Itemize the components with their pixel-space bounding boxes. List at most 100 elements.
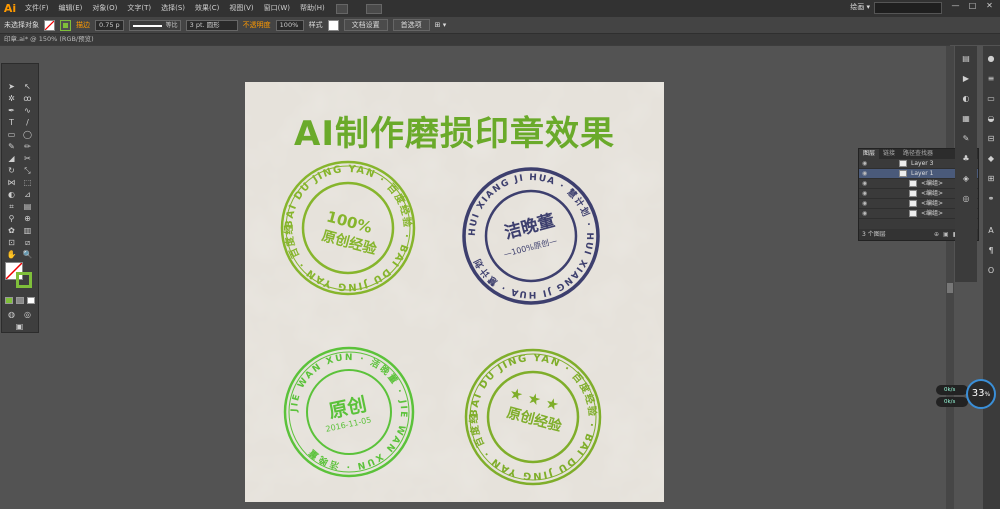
pencil-tool-icon[interactable]: ✏ bbox=[22, 142, 33, 151]
rectangle-tool-icon[interactable]: ▭ bbox=[6, 130, 17, 139]
document-setup-button[interactable]: 文档设置 bbox=[343, 19, 388, 31]
stamp-jiewanxun[interactable]: JIE WAN XUN · 洁晚董 · JIE WAN XUN · 洁晚董 原创… bbox=[283, 346, 415, 478]
arrange-documents-icon[interactable] bbox=[365, 3, 382, 14]
artboard[interactable]: AI制作磨损印章效果 BAI DU JING YAN · 百度经验 · BAI … bbox=[245, 82, 664, 502]
fill-swatch[interactable] bbox=[44, 19, 55, 31]
slice-tool-icon[interactable]: ⧄ bbox=[22, 238, 33, 247]
none-mode-icon[interactable] bbox=[27, 297, 35, 304]
visibility-eye-icon[interactable]: ◉ bbox=[862, 169, 870, 179]
opacity-field[interactable]: 100% bbox=[275, 19, 304, 31]
play-action-icon[interactable]: ▶ bbox=[961, 74, 971, 83]
column-graph-tool-icon[interactable]: ▥ bbox=[22, 226, 33, 235]
paragraph-icon[interactable]: ¶ bbox=[986, 246, 996, 255]
rotate-tool-icon[interactable]: ↻ bbox=[6, 166, 17, 175]
menu-window[interactable]: 窗口(W) bbox=[259, 0, 295, 17]
width-tool-icon[interactable]: ⋈ bbox=[6, 178, 17, 187]
gradient-mode-icon[interactable] bbox=[16, 297, 24, 304]
stamp-baidu-100[interactable]: BAI DU JING YAN · 百度经验 · BAI DU JING YAN… bbox=[245, 82, 416, 296]
gradient-tool-icon[interactable]: ▤ bbox=[22, 202, 33, 211]
swatches-icon[interactable]: ▦ bbox=[961, 114, 971, 123]
visibility-eye-icon[interactable]: ◉ bbox=[862, 159, 870, 169]
workspace-switcher[interactable]: 绘画 ▾ bbox=[850, 2, 870, 12]
gradient-panel-icon[interactable]: ▭ bbox=[986, 94, 996, 103]
brushes-icon[interactable]: ✎ bbox=[961, 134, 971, 143]
stroke-weight-field[interactable]: 0.75 p bbox=[95, 19, 124, 31]
align-icon[interactable]: ⊟ bbox=[986, 134, 996, 143]
stamp-huijihua[interactable]: HUI XIANG JI HUA · 慧计划 · HUI XIANG JI HU… bbox=[462, 167, 600, 305]
graphic-styles-icon[interactable]: ◈ bbox=[961, 174, 971, 183]
network-speed-widget[interactable]: 0k/s 0k/s 33% bbox=[936, 379, 996, 409]
artboards-icon[interactable]: ⊞ bbox=[986, 174, 996, 183]
scissors-tool-icon[interactable]: ✂ bbox=[22, 154, 33, 163]
appearance-icon[interactable]: ◎ bbox=[961, 194, 971, 203]
screen-mode-icon[interactable]: ▣ bbox=[14, 322, 25, 331]
free-transform-tool-icon[interactable]: ⬚ bbox=[22, 178, 33, 187]
search-input[interactable] bbox=[874, 2, 942, 14]
drawing-modes-alt-icon[interactable]: ◎ bbox=[22, 310, 33, 319]
scrollbar-thumb[interactable] bbox=[947, 283, 953, 293]
tab-links[interactable]: 链接 bbox=[879, 149, 899, 159]
close-button[interactable]: ✕ bbox=[981, 0, 998, 12]
graphic-style-swatch[interactable] bbox=[327, 19, 339, 31]
menu-edit[interactable]: 编辑(E) bbox=[54, 0, 88, 17]
visibility-eye-icon[interactable]: ◉ bbox=[862, 179, 870, 189]
opentype-icon[interactable]: O bbox=[986, 266, 996, 275]
arrange-icon[interactable]: ⊞ ▾ bbox=[435, 21, 447, 29]
eraser-tool-icon[interactable]: ◢ bbox=[6, 154, 17, 163]
drawing-modes-icon[interactable]: ◍ bbox=[6, 310, 17, 319]
menu-effect[interactable]: 效果(C) bbox=[190, 0, 224, 17]
direct-selection-tool-icon[interactable]: ↖ bbox=[22, 82, 33, 91]
menu-type[interactable]: 文字(T) bbox=[122, 0, 156, 17]
visibility-eye-icon[interactable]: ◉ bbox=[862, 199, 870, 209]
bridge-icon[interactable] bbox=[335, 3, 348, 14]
eyedropper-tool-icon[interactable]: ⚲ bbox=[6, 214, 17, 223]
properties-icon[interactable]: ▤ bbox=[961, 54, 971, 63]
paintbrush-tool-icon[interactable]: ✎ bbox=[6, 142, 17, 151]
stroke-swatch[interactable] bbox=[60, 19, 71, 31]
layers-icon[interactable]: ◆ bbox=[986, 154, 996, 163]
symbol-sprayer-tool-icon[interactable]: ✿ bbox=[6, 226, 17, 235]
type-tool-icon[interactable]: T bbox=[6, 118, 17, 127]
line-tool-icon[interactable]: / bbox=[22, 118, 33, 127]
brush-definition-field[interactable]: 3 pt. 圆形 bbox=[185, 19, 238, 31]
visibility-eye-icon[interactable]: ◉ bbox=[862, 189, 870, 199]
stroke-label[interactable]: 描边 bbox=[76, 20, 90, 30]
minimize-button[interactable]: — bbox=[947, 0, 964, 12]
stamp-baidu-stars[interactable]: BAI DU JING YAN · 百度经验 · BAI DU JING YAN… bbox=[245, 82, 602, 486]
opacity-label[interactable]: 不透明度 bbox=[243, 20, 271, 30]
menu-view[interactable]: 视图(V) bbox=[224, 0, 258, 17]
maximize-button[interactable]: □ bbox=[964, 0, 981, 12]
color-mode-icon[interactable] bbox=[5, 297, 13, 304]
perspective-grid-tool-icon[interactable]: ⊿ bbox=[22, 190, 33, 199]
links-icon[interactable]: ⚭ bbox=[986, 194, 996, 203]
variable-width-profile[interactable]: 等比 bbox=[128, 19, 181, 31]
pen-tool-icon[interactable]: ✒ bbox=[6, 106, 17, 115]
magic-wand-tool-icon[interactable]: ✲ bbox=[6, 94, 17, 103]
color-guide-icon[interactable]: ◐ bbox=[961, 94, 971, 103]
menu-select[interactable]: 选择(S) bbox=[156, 0, 190, 17]
menu-file[interactable]: 文件(F) bbox=[20, 0, 54, 17]
tab-pathfinder[interactable]: 路径查找器 bbox=[899, 149, 937, 159]
menu-object[interactable]: 对象(O) bbox=[87, 0, 122, 17]
preferences-button[interactable]: 首选项 bbox=[392, 19, 430, 31]
selection-tool-icon[interactable]: ➤ bbox=[6, 82, 17, 91]
scale-tool-icon[interactable]: ⤡ bbox=[22, 166, 33, 175]
mesh-tool-icon[interactable]: ⌗ bbox=[6, 202, 17, 211]
visibility-eye-icon[interactable]: ◉ bbox=[862, 209, 870, 219]
document-tab[interactable]: 印章.ai* @ 150% (RGB/预览) bbox=[0, 34, 1000, 45]
color-icon[interactable]: ● bbox=[986, 54, 996, 63]
symbols-icon[interactable]: ♣ bbox=[961, 154, 971, 163]
ellipse-tool-icon[interactable]: ◯ bbox=[22, 130, 33, 139]
transparency-icon[interactable]: ◒ bbox=[986, 114, 996, 123]
stroke-panel-icon[interactable]: ≡ bbox=[986, 74, 996, 83]
blend-tool-icon[interactable]: ⊕ bbox=[22, 214, 33, 223]
zoom-tool-icon[interactable]: 🔍 bbox=[22, 250, 33, 259]
vertical-scrollbar[interactable] bbox=[946, 46, 954, 509]
lasso-tool-icon[interactable]: ꝏ bbox=[22, 94, 33, 103]
stroke-color-box[interactable] bbox=[16, 272, 32, 288]
shape-builder-tool-icon[interactable]: ◐ bbox=[6, 190, 17, 199]
curvature-tool-icon[interactable]: ∿ bbox=[22, 106, 33, 115]
character-icon[interactable]: A bbox=[986, 226, 996, 235]
tab-layers[interactable]: 图层 bbox=[859, 149, 880, 159]
artboard-tool-icon[interactable]: ⊡ bbox=[6, 238, 17, 247]
